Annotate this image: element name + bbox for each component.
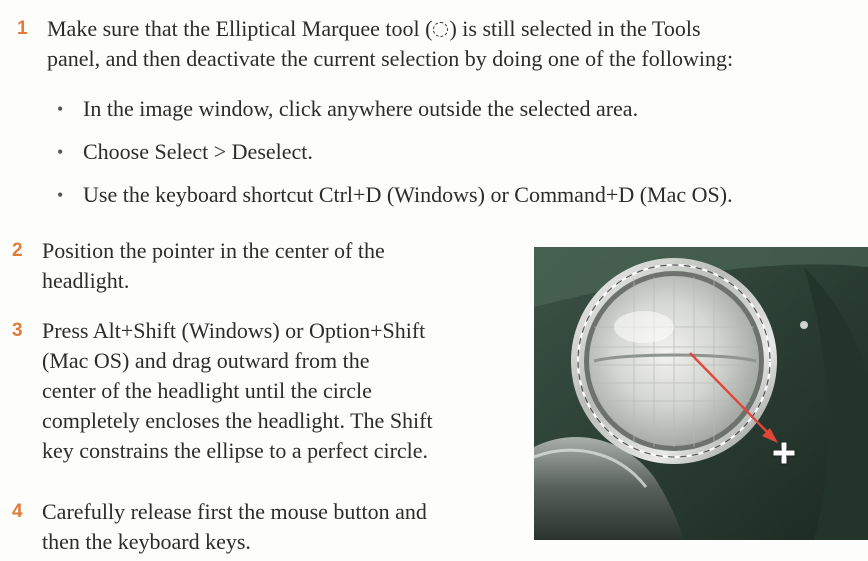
step-1-line-2: panel, and then deactivate the current s… — [47, 46, 734, 71]
step-number: 2 — [12, 240, 23, 261]
step-line: Press Alt+Shift (Windows) or Option+Shif… — [42, 318, 426, 343]
step-2: 2 Position the pointer in the center of … — [12, 236, 512, 296]
step-number: 1 — [17, 18, 28, 39]
headlight-illustration — [534, 247, 868, 540]
step-3: 3 Press Alt+Shift (Windows) or Option+Sh… — [12, 316, 522, 466]
step-line: Carefully release first the mouse button… — [42, 499, 427, 524]
step-line: completely encloses the headlight. The S… — [42, 408, 433, 433]
bolt — [800, 321, 808, 329]
step-line: (Mac OS) and drag outward from the — [42, 348, 370, 373]
document-page: 1 Make sure that the Elliptical Marquee … — [0, 0, 868, 561]
step-number: 4 — [12, 501, 23, 522]
step-number: 3 — [12, 320, 23, 341]
step-1: 1 Make sure that the Elliptical Marquee … — [17, 14, 867, 74]
elliptical-marquee-icon — [433, 22, 449, 37]
bullet-icon: • — [57, 185, 64, 205]
step-line: center of the headlight until the circle — [42, 378, 372, 403]
step-line: key constrains the ellipse to a perfect … — [42, 438, 429, 463]
bullet-icon: • — [57, 142, 64, 162]
bullet-item: • Choose Select > Deselect. — [57, 137, 313, 167]
step-line: Position the pointer in the center of th… — [42, 238, 385, 263]
step-1-line-1: Make sure that the Elliptical Marquee to… — [47, 16, 701, 41]
step-4: 4 Carefully release first the mouse butt… — [12, 497, 522, 557]
bullet-item: • Use the keyboard shortcut Ctrl+D (Wind… — [57, 180, 733, 210]
step-line: then the keyboard keys. — [42, 529, 251, 554]
bullet-item: • In the image window, click anywhere ou… — [57, 94, 638, 124]
bullet-icon: • — [57, 99, 64, 119]
step-line: headlight. — [42, 268, 130, 293]
headlight-photo — [534, 247, 868, 540]
